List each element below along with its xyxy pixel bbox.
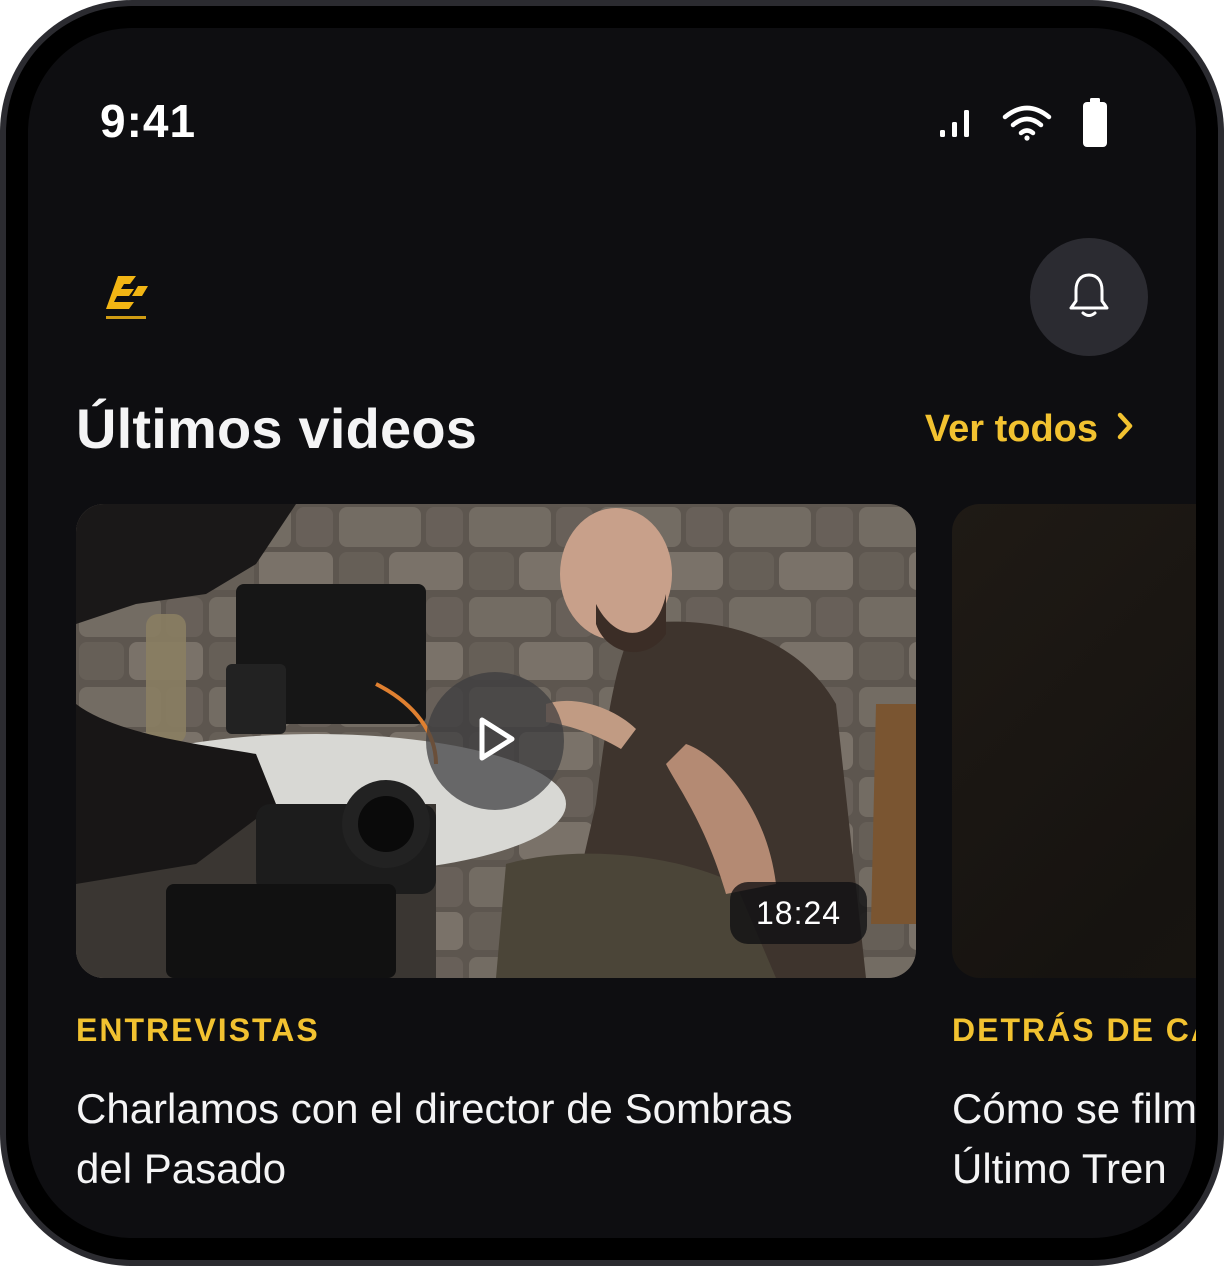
notifications-button[interactable]	[1030, 238, 1148, 356]
video-card[interactable]: DETRÁS DE CÁMARAS Cómo se filmó Último T…	[952, 504, 1196, 1199]
section-title: Últimos videos	[76, 397, 478, 460]
video-title[interactable]: Cómo se filmó Último Tren	[952, 1079, 1196, 1199]
signal-icon	[938, 108, 972, 143]
see-all-label: Ver todos	[924, 408, 1098, 450]
status-time: 9:41	[100, 95, 197, 147]
play-button[interactable]	[426, 672, 564, 810]
phone-frame: 9:41 Últimos videos Ver todos 18:24 ENTR…	[0, 0, 1224, 1266]
video-category[interactable]: ENTREVISTAS	[76, 1012, 916, 1049]
duration-badge: 18:24	[730, 882, 868, 944]
video-thumbnail[interactable]: 18:24	[76, 504, 916, 978]
app-screen: 9:41 Últimos videos Ver todos 18:24 ENTR…	[28, 28, 1196, 1238]
play-icon	[470, 714, 520, 769]
brand-logo[interactable]	[104, 272, 152, 328]
video-title-line: Charlamos con el director de Sombras	[76, 1085, 793, 1132]
video-title-line: Cómo se filmó	[952, 1085, 1196, 1132]
video-title[interactable]: Charlamos con el director de Sombras del…	[76, 1079, 916, 1199]
phone-bezel: 9:41 Últimos videos Ver todos 18:24 ENTR…	[6, 6, 1218, 1260]
status-icons	[938, 97, 1108, 153]
bell-icon	[1067, 271, 1111, 324]
chevron-right-icon	[1116, 408, 1134, 451]
video-thumbnail[interactable]	[952, 504, 1196, 978]
battery-icon	[1082, 97, 1108, 153]
video-title-line: del Pasado	[76, 1145, 287, 1192]
video-card[interactable]: 18:24 ENTREVISTAS Charlamos con el direc…	[76, 504, 916, 1199]
video-title-line: Último Tren	[952, 1145, 1167, 1192]
see-all-link[interactable]: Ver todos	[925, 408, 1134, 451]
video-category[interactable]: DETRÁS DE CÁMARAS	[952, 1012, 1196, 1049]
wifi-icon	[1002, 105, 1052, 146]
